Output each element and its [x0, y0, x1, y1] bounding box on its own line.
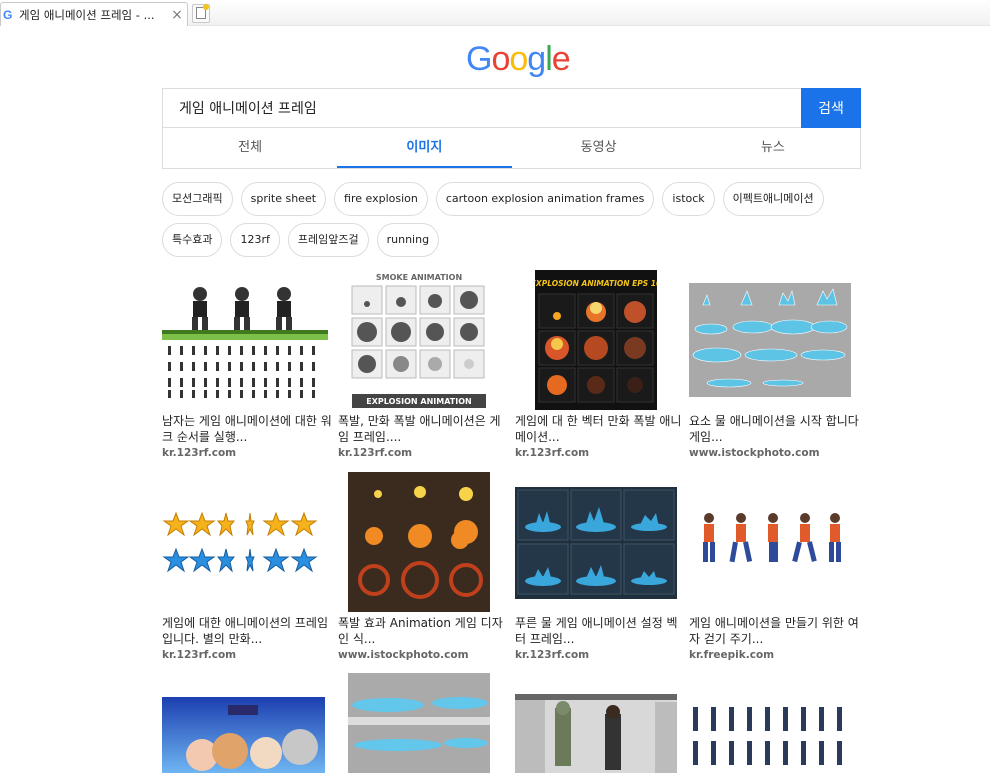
result-caption[interactable]: 게임에 대한 애니메이션의 프레임입니다. 별의 만화...	[162, 615, 334, 647]
google-logo[interactable]: Google	[466, 40, 571, 79]
new-tab-icon	[196, 4, 209, 19]
blue-water-splash-image	[515, 487, 677, 599]
search-type-tabs: 전체 이미지 동영상 뉴스	[162, 128, 861, 169]
sheet-title-bottom: EXPLOSION ANIMATION	[366, 397, 471, 406]
result-caption[interactable]: 폭발, 만화 폭발 애니메이션은 게임 프레임....	[338, 413, 510, 445]
tab-close-icon[interactable]: ×	[171, 8, 183, 22]
result-image[interactable]	[348, 673, 490, 773]
result-caption[interactable]: 요소 물 애니메이션을 시작 합니다 게임...	[689, 413, 861, 445]
chip[interactable]: istock	[662, 182, 715, 216]
chip[interactable]: cartoon explosion animation frames	[435, 182, 655, 216]
result-source[interactable]: kr.123rf.com	[338, 447, 412, 459]
result-image[interactable]	[162, 697, 325, 773]
water-splash-image	[689, 283, 851, 397]
chip[interactable]: sprite sheet	[240, 182, 327, 216]
chip[interactable]: 모션그래픽	[162, 182, 233, 216]
water-wave-image	[348, 697, 490, 751]
chip[interactable]: 이펙트애니메이션	[722, 182, 824, 216]
tab-videos[interactable]: 동영상	[512, 128, 686, 168]
sheet-title-top: SMOKE ANIMATION	[376, 273, 462, 282]
result-image[interactable]	[689, 508, 851, 580]
logo-letter: G	[466, 40, 492, 78]
star-animation-image	[162, 511, 318, 573]
result-image[interactable]	[689, 703, 851, 773]
walking-man-sprite-image	[162, 287, 328, 398]
result-caption[interactable]: 남자는 게임 애니메이션에 대한 워크 순서를 실행...	[162, 413, 334, 445]
result-image[interactable]	[515, 487, 677, 599]
browser-tab-strip: G 게임 애니메이션 프레임 - ... ×	[0, 0, 990, 26]
browser-tab[interactable]: G 게임 애니메이션 프레임 - ... ×	[0, 2, 188, 26]
logo-letter: g	[527, 40, 546, 78]
result-source[interactable]: kr.123rf.com	[515, 649, 589, 661]
chip[interactable]: 123rf	[230, 223, 280, 257]
chip[interactable]: 특수효과	[162, 223, 223, 257]
result-source[interactable]: kr.123rf.com	[162, 649, 236, 661]
chip[interactable]: 프레임앞즈걸	[287, 223, 369, 257]
chip[interactable]: fire explosion	[334, 182, 428, 216]
result-source[interactable]: kr.freepik.com	[689, 649, 774, 661]
result-image[interactable]	[162, 501, 320, 585]
search-box	[162, 88, 802, 128]
search-button[interactable]: 검색	[801, 88, 861, 128]
tab-images[interactable]: 이미지	[337, 128, 512, 168]
tab-title: 게임 애니메이션 프레임 - ...	[19, 7, 155, 22]
search-input[interactable]	[163, 89, 802, 127]
result-caption[interactable]: 게임 애니메이션을 만들기 위한 여자 걷기 주기...	[689, 615, 861, 647]
tab-news[interactable]: 뉴스	[686, 128, 860, 168]
logo-letter: e	[551, 40, 571, 78]
chip[interactable]: running	[376, 223, 440, 257]
result-source[interactable]: www.istockphoto.com	[689, 447, 820, 459]
result-caption[interactable]: 게임에 대 한 벡터 만화 폭발 애니메이션...	[515, 413, 687, 445]
related-search-chips: 모션그래픽 sprite sheet fire explosion cartoo…	[162, 182, 862, 257]
google-favicon-icon: G	[3, 7, 13, 22]
result-source[interactable]: www.istockphoto.com	[338, 649, 469, 661]
result-caption[interactable]: 폭발 효과 Animation 게임 디자인 식...	[338, 615, 510, 647]
result-image[interactable]: EXPLOSION ANIMATION EPS 10	[535, 270, 657, 410]
result-image[interactable]	[515, 694, 677, 773]
sheet-title-top: EXPLOSION ANIMATION EPS 10	[535, 279, 657, 288]
new-tab-button[interactable]	[192, 4, 210, 23]
result-image[interactable]: SMOKE ANIMATION EXPLOSION ANIMATION	[348, 270, 490, 410]
game-banner-image	[186, 705, 318, 771]
logo-letter: o	[509, 40, 528, 78]
logo-letter: o	[491, 40, 510, 78]
tab-all[interactable]: 전체	[163, 128, 337, 168]
walking-woman-cycle-image	[703, 513, 841, 563]
explosion-animation-image: EXPLOSION ANIMATION EPS 10	[535, 270, 657, 410]
result-caption[interactable]: 푸른 물 게임 애니메이션 설정 벡터 프레임...	[515, 615, 687, 647]
3d-character-editor-image	[515, 694, 677, 773]
result-source[interactable]: kr.123rf.com	[162, 447, 236, 459]
result-source[interactable]: kr.123rf.com	[515, 447, 589, 459]
result-image[interactable]	[689, 283, 851, 397]
result-image[interactable]	[348, 472, 490, 612]
walking-man-sprite-sheet-image	[693, 707, 842, 765]
smoke-explosion-sheet-image: SMOKE ANIMATION EXPLOSION ANIMATION	[348, 270, 490, 410]
explosion-effects-image	[348, 472, 490, 612]
result-image[interactable]	[162, 282, 328, 400]
